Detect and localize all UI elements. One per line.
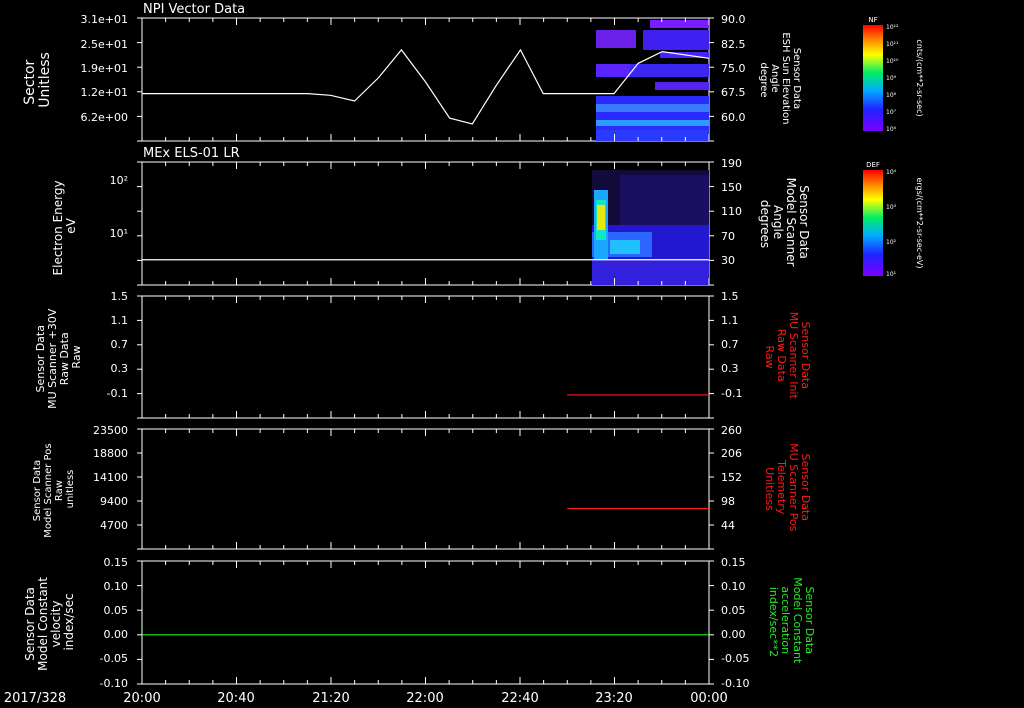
p1-left-tick: 2.5e+01 — [81, 38, 128, 51]
p5-right-tick: 0.05 — [721, 604, 746, 617]
p1-right-tick: 90.0 — [721, 13, 746, 26]
p1-left-ylabel: Sector Unitless — [22, 52, 53, 108]
p5-left-tick: -0.10 — [100, 677, 128, 690]
p5-right-tick: 0.00 — [721, 628, 746, 641]
time-tick-label: 23:20 — [595, 691, 632, 706]
colorbar-2-tick: 10³ — [886, 204, 897, 211]
p3-left-tick: -0.1 — [107, 387, 128, 400]
p5-left-tick: -0.05 — [100, 652, 128, 665]
p4-left-tick: 14100 — [93, 471, 128, 484]
p4-left-tick: 23500 — [93, 424, 128, 437]
p2-right-tick: 110 — [721, 205, 742, 218]
p4-left-tick: 18800 — [93, 447, 128, 460]
p5-right-tick: 0.15 — [721, 556, 746, 569]
p4-right-tick: 44 — [721, 519, 735, 532]
colorbar-1-tick: 10⁷ — [886, 109, 897, 116]
colorbar-1-tick: 10⁹ — [886, 75, 897, 82]
panel-2-spectrogram — [592, 170, 709, 285]
p2-left-tick: 10¹ — [110, 227, 128, 240]
colorbar-2-label: DEF — [866, 161, 880, 169]
date-label: 2017/328 — [4, 691, 66, 706]
p1-right-tick: 82.5 — [721, 38, 746, 51]
p2-left-tick: 10² — [110, 174, 128, 187]
time-tick-label: 20:40 — [217, 691, 254, 706]
colorbar-1-tick: 10⁶ — [886, 126, 897, 133]
p3-right-tick: 0.3 — [721, 362, 739, 375]
p3-left-tick: 1.5 — [111, 290, 129, 303]
p3-left-tick: 1.1 — [111, 314, 129, 327]
time-tick-label: 21:20 — [312, 691, 349, 706]
time-tick-label: 00:00 — [690, 691, 727, 706]
p3-left-tick: 0.3 — [111, 362, 129, 375]
colorbar-2-tick: 10² — [886, 239, 897, 246]
p4-right-tick: 98 — [721, 495, 735, 508]
colorbar-1-label: NF — [868, 16, 877, 24]
p3-right-tick: 1.5 — [721, 290, 739, 303]
p5-right-ylabel: Sensor Data Model Constant acceleration … — [767, 577, 816, 666]
p1-left-tick: 3.1e+01 — [81, 13, 128, 26]
colorbar-2-tick: 10⁴ — [886, 169, 897, 176]
stacked-time-series-plot: NPI Vector Data MEx ELS-01 LR 3.1e+01 2.… — [0, 0, 1024, 708]
time-tick-label: 22:00 — [406, 691, 443, 706]
p4-left-tick: 4700 — [100, 519, 128, 532]
p5-left-tick: 0.05 — [104, 604, 129, 617]
time-tick-label: 20:00 — [123, 691, 160, 706]
time-tick-label: 22:40 — [501, 691, 538, 706]
p2-right-tick: 150 — [721, 181, 742, 194]
p3-right-tick: 0.7 — [721, 338, 739, 351]
p1-left-tick: 1.2e+01 — [81, 86, 128, 99]
p5-left-tick: 0.10 — [104, 580, 129, 593]
p1-right-tick: 60.0 — [721, 111, 746, 124]
p4-right-tick: 206 — [721, 447, 742, 460]
p2-right-tick: 190 — [721, 157, 742, 170]
colorbar-2-tick: 10¹ — [886, 271, 897, 278]
p2-right-tick: 30 — [721, 254, 735, 267]
p5-right-tick: -0.10 — [721, 677, 749, 690]
p5-left-tick: 0.00 — [104, 628, 129, 641]
p1-left-tick: 6.2e+00 — [81, 111, 128, 124]
colorbar-1-tick: 10⁸ — [886, 92, 897, 99]
p3-right-tick: -0.1 — [721, 387, 742, 400]
colorbar-1-tick: 10¹⁰ — [886, 58, 899, 65]
colorbar-1-tick: 10¹¹ — [886, 41, 899, 48]
p3-left-tick: 0.7 — [111, 338, 129, 351]
panel-1-title: NPI Vector Data — [143, 2, 245, 17]
p5-left-tick: 0.15 — [104, 556, 129, 569]
colorbar-1-tick: 10¹² — [886, 24, 899, 31]
p3-right-tick: 1.1 — [721, 314, 739, 327]
p1-right-tick: 67.5 — [721, 86, 746, 99]
p4-left-tick: 9400 — [100, 495, 128, 508]
panel-2-title: MEx ELS-01 LR — [143, 146, 240, 161]
p4-right-tick: 260 — [721, 424, 742, 437]
p5-right-tick: -0.05 — [721, 652, 749, 665]
p1-left-tick: 1.9e+01 — [81, 62, 128, 75]
p1-right-tick: 75.0 — [721, 62, 746, 75]
p4-right-tick: 152 — [721, 471, 742, 484]
colorbar-1-units: cnts/(cm**2-sr-sec) — [915, 39, 924, 116]
colorbar-2-units: ergs/(cm**2-sr-sec-eV) — [915, 177, 924, 268]
p2-right-tick: 70 — [721, 230, 735, 243]
p5-right-tick: 0.10 — [721, 580, 746, 593]
